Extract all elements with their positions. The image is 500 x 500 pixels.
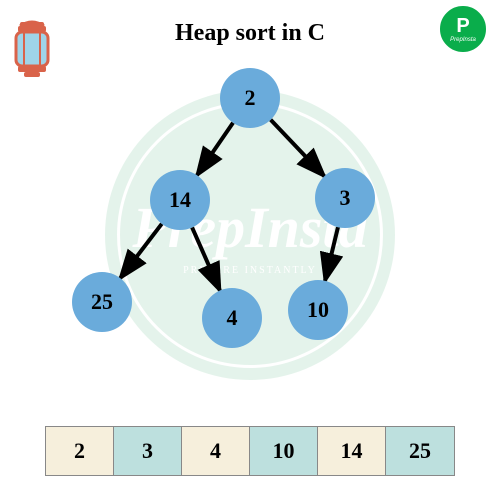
tree-node: 3 [315, 168, 375, 228]
tree-node: 14 [150, 170, 210, 230]
tree-node: 4 [202, 288, 262, 348]
heap-tree: 214 3 25 4 10 [0, 70, 500, 390]
badge-subtitle: PrepInsta [450, 37, 476, 43]
array-cell: 10 [250, 427, 318, 475]
page-title: Heap sort in C [0, 0, 500, 47]
array-cell: 25 [386, 427, 454, 475]
tree-node: 2 [220, 68, 280, 128]
brand-badge: P PrepInsta [440, 6, 486, 52]
sorted-array: 234101425 [45, 426, 455, 476]
array-cell: 2 [46, 427, 114, 475]
badge-letter: P [456, 16, 469, 36]
tree-node: 10 [288, 280, 348, 340]
array-cell: 14 [318, 427, 386, 475]
tree-node: 25 [72, 272, 132, 332]
array-cell: 3 [114, 427, 182, 475]
array-cell: 4 [182, 427, 250, 475]
lantern-icon [12, 18, 52, 78]
